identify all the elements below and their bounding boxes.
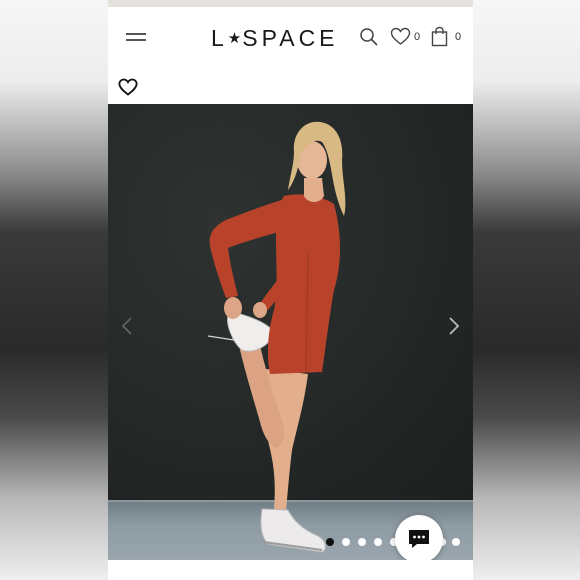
wishlist-count: 0 [414,31,421,43]
carousel-dot[interactable] [452,538,460,546]
chevron-left-icon[interactable] [120,316,134,336]
top-strip [108,0,473,7]
shopping-bag-icon[interactable] [431,26,448,47]
product-image-carousel[interactable] [108,104,473,560]
hamburger-menu-icon[interactable] [126,31,148,45]
carousel-dot[interactable] [374,538,382,546]
carousel-dot[interactable] [326,538,334,546]
heart-outline-icon[interactable] [118,78,138,96]
carousel-dot[interactable] [342,538,350,546]
page-bottom [108,560,473,580]
search-icon[interactable] [359,27,379,47]
logo-star: ★ [227,30,243,47]
brand-logo[interactable]: L★SPACE [211,23,335,53]
logo-word: SPACE [242,25,339,51]
heart-icon[interactable] [390,27,411,46]
app-screen: L★SPACE 0 0 [108,0,473,580]
chat-bubble-icon [409,530,429,548]
logo-letter: L [211,25,228,51]
model-photo [207,121,346,553]
cart-count: 0 [455,31,462,43]
chat-button[interactable] [395,515,443,560]
chevron-right-icon[interactable] [447,316,461,336]
carousel-dot[interactable] [358,538,366,546]
site-header: L★SPACE 0 0 [108,7,473,67]
